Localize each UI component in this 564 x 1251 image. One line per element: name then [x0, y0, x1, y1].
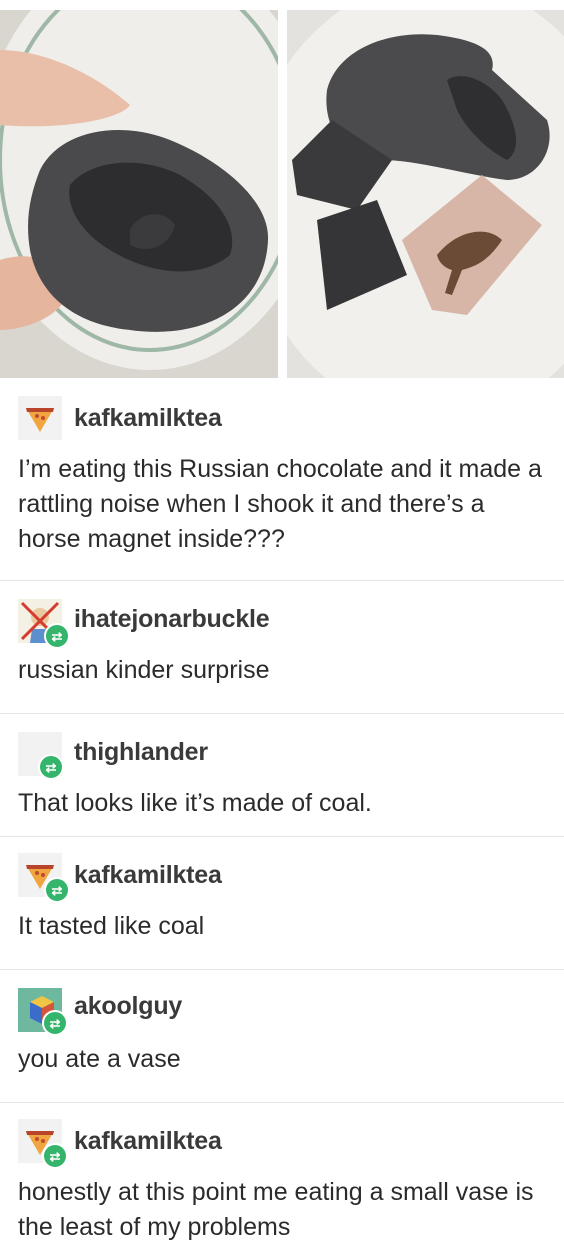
username[interactable]: kafkamilktea — [74, 861, 222, 890]
post-text: It tasted like coal — [18, 912, 205, 940]
chocolate-egg-photo-left[interactable] — [0, 10, 278, 378]
username[interactable]: thighlander — [74, 738, 208, 767]
post-text: I’m eating this Russian chocolate and it… — [18, 455, 542, 553]
reblog-comment: ⇄ kafkamilktea honestly at this point me… — [0, 1103, 564, 1251]
chocolate-pieces-photo-right[interactable] — [287, 10, 564, 378]
post-text: honestly at this point me eating a small… — [18, 1178, 534, 1241]
reblog-comment: ⇄ thighlander That looks like it’s made … — [0, 714, 564, 837]
pizza-slice-icon — [18, 396, 62, 440]
post-text: russian kinder surprise — [18, 656, 270, 684]
post-original: kafkamilktea I’m eating this Russian cho… — [0, 380, 564, 581]
username[interactable]: kafkamilktea — [74, 404, 222, 433]
username[interactable]: ihatejonarbuckle — [74, 605, 270, 634]
avatar[interactable] — [18, 396, 62, 440]
post-text: That looks like it’s made of coal. — [18, 789, 372, 817]
post-text: you ate a vase — [18, 1045, 181, 1073]
reblog-icon: ⇄ — [42, 1010, 68, 1036]
reblog-icon: ⇄ — [44, 877, 70, 903]
username[interactable]: akoolguy — [74, 992, 182, 1021]
photo-strip — [0, 0, 564, 380]
reblog-icon: ⇄ — [42, 1143, 68, 1169]
username[interactable]: kafkamilktea — [74, 1127, 222, 1156]
reblog-comment: ⇄ akoolguy you ate a vase — [0, 970, 564, 1103]
reblog-icon: ⇄ — [38, 754, 64, 780]
reblog-icon: ⇄ — [44, 623, 70, 649]
reblog-comment: ⇄ kafkamilktea It tasted like coal — [0, 837, 564, 970]
reblog-comment: ⇄ ihatejonarbuckle russian kinder surpri… — [0, 581, 564, 714]
